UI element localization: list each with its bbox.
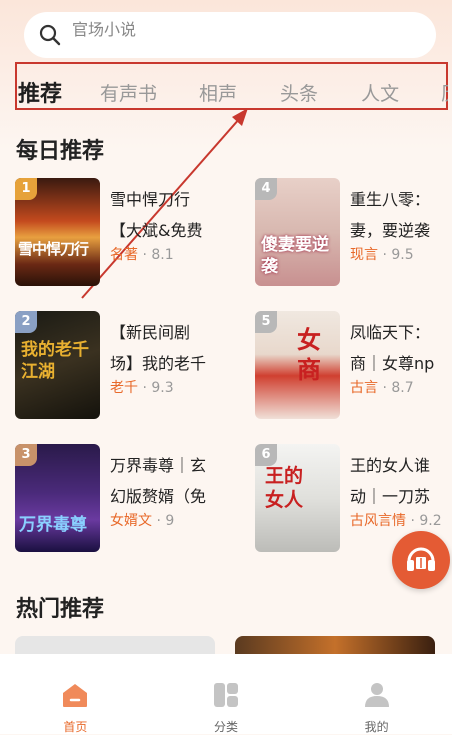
book-cover: 2 我的老千江湖: [15, 311, 100, 419]
search-placeholder: 官场小说: [72, 20, 137, 39]
tab-history[interactable]: 历: [441, 79, 448, 106]
category-tabs: 推荐 有声书 相声 头条 人文 历: [18, 74, 448, 110]
book-score: 9: [165, 513, 175, 529]
tab-crosstalk[interactable]: 相声: [199, 79, 237, 106]
book-meta: 古风言情 · 9.2: [350, 513, 442, 529]
rank-badge: 5: [255, 311, 277, 333]
book-title-line2: 动｜一刀苏: [350, 487, 431, 506]
book-genre: 古言: [350, 380, 378, 396]
daily-recommend-title: 每日推荐: [16, 139, 105, 164]
book-meta: 现言 · 9.5: [350, 247, 414, 263]
book-score: 9.2: [419, 513, 442, 529]
search-bar[interactable]: 官场小说: [24, 12, 436, 58]
book-genre: 现言: [350, 247, 378, 263]
hot-card[interactable]: [235, 636, 435, 656]
book-genre: 老千: [110, 380, 138, 396]
book-title-line2: 妻，要逆袭: [350, 221, 431, 240]
headphones-icon: [404, 543, 438, 577]
book-score: 8.1: [151, 247, 174, 263]
tab-headlines[interactable]: 头条: [280, 79, 318, 106]
book-card[interactable]: 2 我的老千江湖 【新民间剧 场】我的老千 老千 · 9.3: [15, 311, 230, 423]
nav-home[interactable]: 首页: [0, 654, 150, 734]
book-meta: 女婿文 · 9: [110, 513, 175, 529]
rank-badge: 1: [15, 178, 37, 200]
book-cover: 3 万界毒尊: [15, 444, 100, 552]
tab-humanities[interactable]: 人文: [361, 79, 399, 106]
book-card[interactable]: 5 女商 凤临天下： 商｜女尊np 古言 · 8.7: [255, 311, 452, 423]
book-title-line1: 王的女人谁: [350, 456, 431, 475]
audio-player-button[interactable]: [392, 531, 450, 589]
book-card[interactable]: 4 傻妻要逆袭 重生八零： 妻，要逆袭 现言 · 9.5: [255, 178, 452, 290]
book-score: 9.5: [391, 247, 414, 263]
book-title-line1: 雪中悍刀行: [110, 190, 191, 209]
rank-badge: 2: [15, 311, 37, 333]
tab-audiobook[interactable]: 有声书: [100, 79, 157, 106]
book-cover: 5 女商: [255, 311, 340, 419]
hot-recommend-title: 热门推荐: [16, 597, 105, 622]
profile-icon: [364, 682, 390, 712]
nav-category[interactable]: 分类: [151, 654, 301, 734]
book-title-line2: 场】我的老千: [110, 354, 207, 373]
hot-card[interactable]: [15, 636, 215, 656]
tab-recommend[interactable]: 推荐: [18, 76, 62, 108]
bottom-navigation: 首页 分类 我的: [0, 654, 452, 734]
book-genre: 名著: [110, 247, 138, 263]
book-card[interactable]: 1 雪中悍刀行 雪中悍刀行 【大斌&免费 名著 · 8.1: [15, 178, 230, 290]
book-title-line1: 凤临天下：: [350, 323, 431, 342]
search-icon: [38, 23, 62, 47]
category-icon: [213, 682, 239, 712]
rank-badge: 6: [255, 444, 277, 466]
book-score: 8.7: [391, 380, 414, 396]
book-cover: 1 雪中悍刀行: [15, 178, 100, 286]
home-icon: [61, 682, 89, 712]
book-card[interactable]: 3 万界毒尊 万界毒尊｜玄 幻版赘婿（免 女婿文 · 9: [15, 444, 230, 556]
book-title-line2: 商｜女尊np: [350, 354, 435, 373]
book-meta: 名著 · 8.1: [110, 247, 174, 263]
book-title-line1: 重生八零：: [350, 190, 431, 209]
book-title-line1: 万界毒尊｜玄: [110, 456, 207, 475]
nav-profile[interactable]: 我的: [302, 654, 452, 734]
rank-badge: 4: [255, 178, 277, 200]
rank-badge: 3: [15, 444, 37, 466]
nav-label: 我的: [364, 720, 389, 734]
book-meta: 古言 · 8.7: [350, 380, 414, 396]
book-score: 9.3: [151, 380, 174, 396]
nav-label: 首页: [63, 720, 88, 734]
book-cover: 4 傻妻要逆袭: [255, 178, 340, 286]
book-title-line2: 【大斌&免费: [110, 221, 203, 240]
book-title-line2: 幻版赘婿（免: [110, 487, 207, 506]
book-genre: 女婿文: [110, 513, 152, 529]
nav-label: 分类: [213, 720, 238, 734]
book-cover: 6 王的女人: [255, 444, 340, 552]
book-meta: 老千 · 9.3: [110, 380, 174, 396]
book-genre: 古风言情: [350, 513, 406, 529]
book-title-line1: 【新民间剧: [110, 323, 191, 342]
